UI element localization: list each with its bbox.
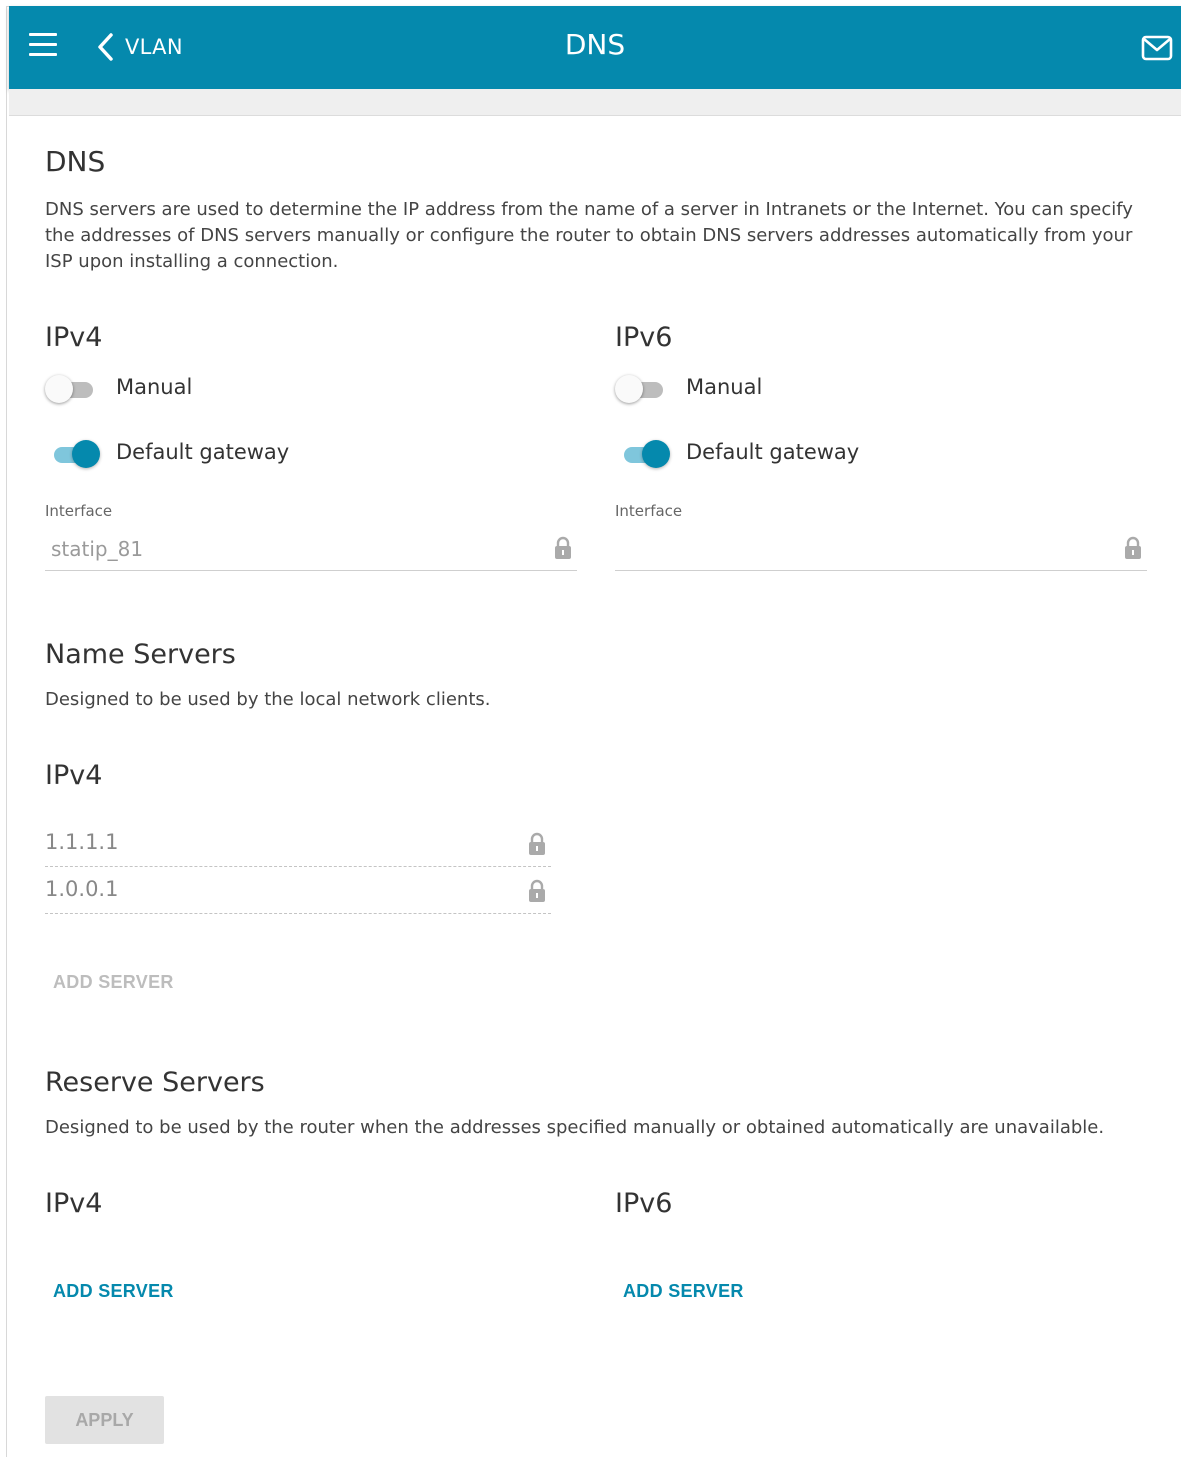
reserve-ipv4-add-server-button[interactable]: ADD SERVER <box>53 1281 174 1302</box>
dns-ipv4-heading: IPv4 <box>45 322 103 353</box>
ipv6-manual-label: Manual <box>686 375 763 399</box>
dns-description: DNS servers are used to determine the IP… <box>45 199 1133 272</box>
name-server-value: 1.1.1.1 <box>45 830 119 854</box>
name-server-row: 1.0.0.1 <box>45 867 551 914</box>
reserve-servers-title: Reserve Servers <box>45 1067 265 1098</box>
lock-icon <box>1125 536 1141 559</box>
lock-icon <box>529 879 545 902</box>
page-title: DNS <box>564 28 626 61</box>
top-bar: VLAN DNS <box>9 6 1181 89</box>
name-servers-title: Name Servers <box>45 639 236 670</box>
name-server-value: 1.0.0.1 <box>45 877 119 901</box>
name-servers-add-server-button[interactable]: ADD SERVER <box>53 972 174 993</box>
ipv6-interface-field <box>615 530 1147 571</box>
ipv6-default-gateway-toggle[interactable] <box>620 439 670 469</box>
ipv6-manual-toggle[interactable] <box>615 374 663 404</box>
ipv4-manual-label: Manual <box>116 375 193 399</box>
lock-icon <box>555 536 571 559</box>
ipv6-default-gateway-label: Default gateway <box>686 440 860 464</box>
ipv6-interface-label: Interface <box>615 502 683 520</box>
lock-icon <box>529 832 545 855</box>
ipv4-manual-toggle[interactable] <box>45 374 93 404</box>
dns-ipv6-heading: IPv6 <box>615 322 673 353</box>
name-servers-description: Designed to be used by the local network… <box>45 689 491 710</box>
name-servers-ipv4-heading: IPv4 <box>45 760 103 791</box>
mail-icon[interactable] <box>1141 32 1173 64</box>
reserve-ipv4-heading: IPv4 <box>45 1188 103 1219</box>
ipv4-default-gateway-toggle[interactable] <box>50 439 100 469</box>
ipv4-interface-value: statip_81 <box>51 537 144 561</box>
ipv4-default-gateway-label: Default gateway <box>116 440 290 464</box>
reserve-servers-description: Designed to be used by the router when t… <box>45 1117 1105 1138</box>
dns-section-title: DNS <box>45 145 106 178</box>
name-server-row: 1.1.1.1 <box>45 820 551 867</box>
apply-button[interactable]: APPLY <box>45 1396 164 1444</box>
reserve-ipv6-add-server-button[interactable]: ADD SERVER <box>623 1281 744 1302</box>
ipv4-interface-label: Interface <box>45 502 113 520</box>
reserve-ipv6-heading: IPv6 <box>615 1188 673 1219</box>
sub-bar <box>9 89 1181 116</box>
ipv4-interface-field: statip_81 <box>45 530 577 571</box>
